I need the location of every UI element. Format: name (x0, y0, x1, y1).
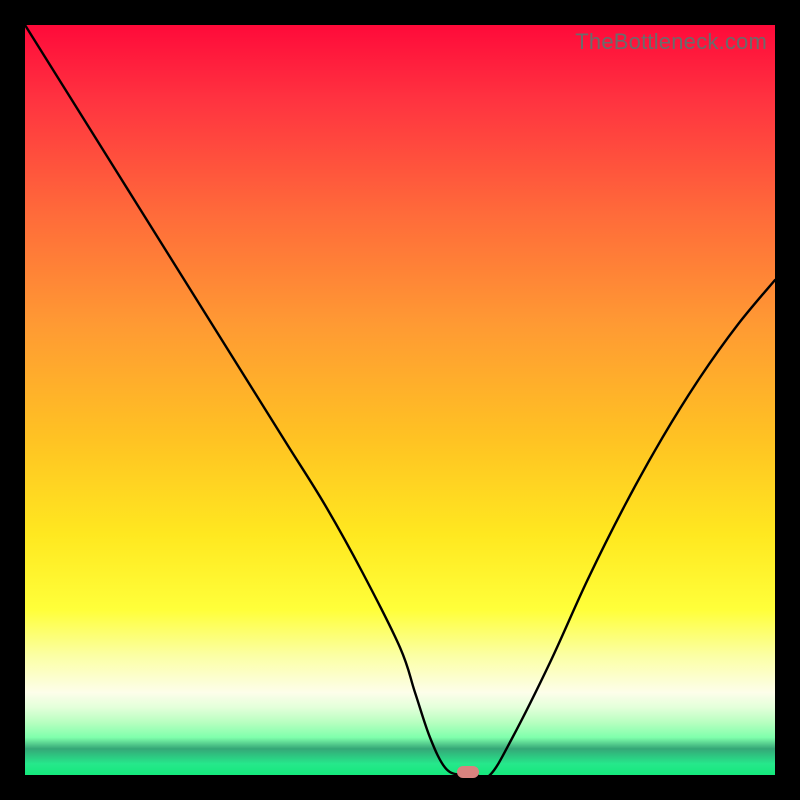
plot-area: TheBottleneck.com (25, 25, 775, 775)
chart-frame: TheBottleneck.com (0, 0, 800, 800)
optimum-marker (457, 766, 479, 778)
bottleneck-curve (25, 25, 775, 775)
